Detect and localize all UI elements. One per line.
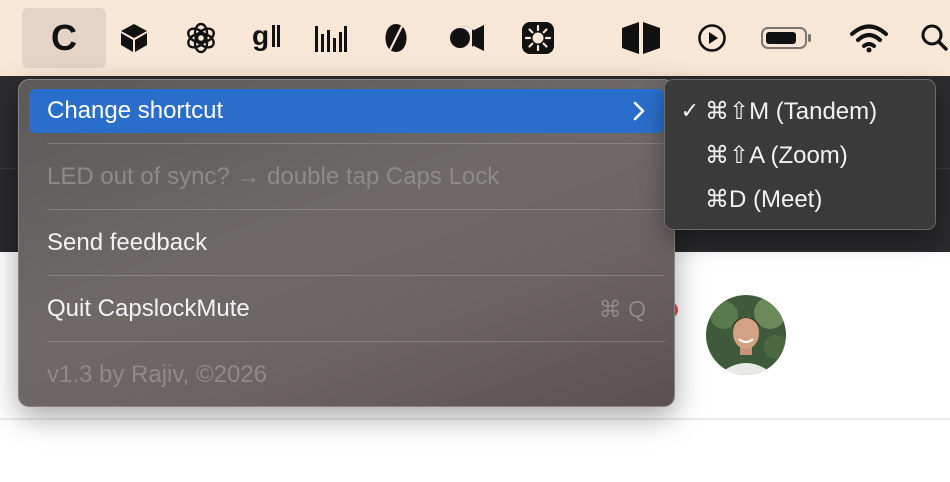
send-feedback-label: Send feedback xyxy=(47,229,208,256)
openai-icon[interactable] xyxy=(180,8,222,68)
shortcut-option-meet[interactable]: ⌘D (Meet) xyxy=(675,179,925,219)
shortcut-option-label: ⌘⇧A (Zoom) xyxy=(705,141,848,169)
grammarly-icon[interactable]: g xyxy=(246,8,286,68)
video-camera-icon[interactable] xyxy=(444,8,488,68)
led-sync-hint-label: LED out of sync? → double tap Caps Lock xyxy=(47,163,500,190)
send-feedback-menu-item[interactable]: Send feedback xyxy=(29,221,664,265)
shortcut-option-zoom[interactable]: ⌘⇧A (Zoom) xyxy=(675,135,925,175)
menu-separator xyxy=(47,143,665,144)
menu-separator xyxy=(47,275,665,276)
app-letter: C xyxy=(51,17,77,58)
menu-separator xyxy=(47,341,665,342)
menu-separator xyxy=(47,209,665,210)
split-panels-icon[interactable] xyxy=(618,8,664,68)
checkmark-icon: ✓ xyxy=(680,98,699,123)
shortcut-submenu: ✓ ⌘⇧M (Tandem) ⌘⇧A (Zoom) ⌘D (Meet) xyxy=(664,79,936,230)
app-dropdown-menu: Change shortcut LED out of sync? → doubl… xyxy=(18,79,675,407)
battery-icon[interactable] xyxy=(758,8,816,68)
shortcut-option-tandem[interactable]: ✓ ⌘⇧M (Tandem) xyxy=(675,91,925,131)
leaf-icon[interactable] xyxy=(376,8,416,68)
led-sync-hint-item: LED out of sync? → double tap Caps Lock xyxy=(29,155,664,199)
box-icon[interactable] xyxy=(114,8,154,68)
chevron-right-icon xyxy=(632,100,646,122)
quit-label: Quit CapslockMute xyxy=(47,295,250,322)
play-circle-icon[interactable] xyxy=(694,8,730,68)
shortcut-option-label: ⌘D (Meet) xyxy=(705,185,823,213)
avatar[interactable] xyxy=(706,295,786,375)
sun-badge-icon[interactable] xyxy=(516,8,560,68)
search-icon[interactable] xyxy=(918,8,950,68)
version-item: v1.3 by Rajiv, ©2026 xyxy=(29,353,664,397)
quit-menu-item[interactable]: Quit CapslockMute ⌘ Q xyxy=(29,287,664,331)
change-shortcut-menu-item[interactable]: Change shortcut xyxy=(29,89,664,133)
wifi-icon[interactable] xyxy=(848,8,890,68)
menu-bar: C g xyxy=(0,0,950,76)
svg-text:g: g xyxy=(252,21,269,51)
quit-shortcut: ⌘ Q xyxy=(598,295,646,322)
capslockmute-app-icon[interactable]: C xyxy=(22,8,106,68)
version-label: v1.3 by Rajiv, ©2026 xyxy=(47,361,268,388)
change-shortcut-label: Change shortcut xyxy=(47,97,224,124)
background-divider xyxy=(0,418,950,420)
audio-bars-icon[interactable] xyxy=(310,8,350,68)
shortcut-option-label: ⌘⇧M (Tandem) xyxy=(705,97,878,125)
